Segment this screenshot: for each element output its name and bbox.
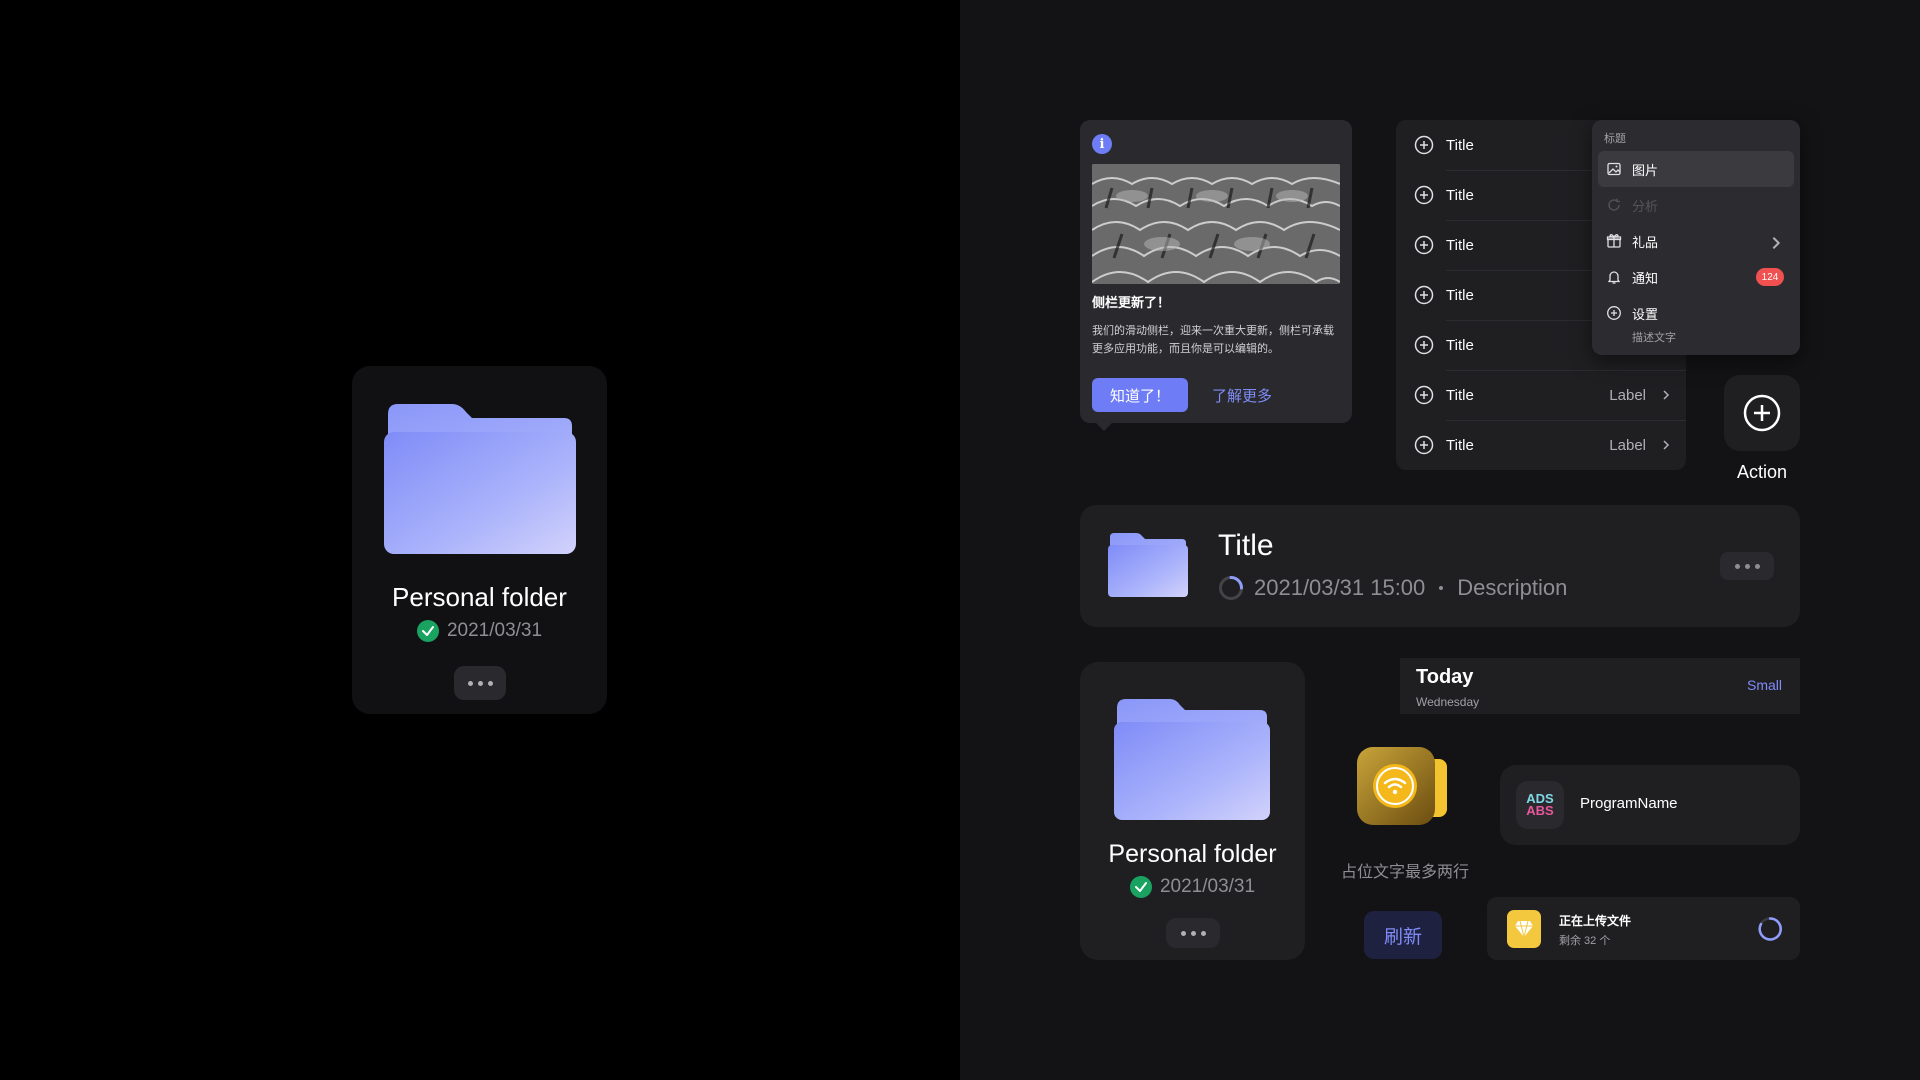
plus-circle-icon [1414,135,1434,155]
gift-icon [1606,234,1622,248]
list-item-title: Title [1446,236,1474,254]
dot-icon [1734,563,1740,569]
folder-name: Personal folder [1108,840,1277,868]
dot-icon [1190,930,1196,936]
upload-remaining: 剩余 32 个 [1559,935,1611,947]
check-circle-icon [416,620,439,642]
menu-item-description: 描述文字 [1632,332,1676,344]
file-title: Title [1218,529,1274,562]
file-datetime: 2021/03/31 15:00 [1254,575,1426,600]
dot-icon [1200,930,1206,936]
list-item-label: Label [1609,386,1646,404]
dot-icon [467,680,473,686]
plus-circle-icon [1414,285,1434,305]
folder-icon [1108,533,1188,597]
folder-name: Personal folder [392,582,567,612]
list-item-title: Title [1446,336,1474,354]
menu-item-settings[interactable]: 设置 [1598,295,1794,331]
refresh-icon [1608,198,1620,211]
list-item-title: Title [1446,436,1474,454]
check-circle-icon [1129,876,1152,898]
action-button[interactable] [1724,375,1800,451]
plus-circle-icon [1414,435,1434,455]
menu-item-gift[interactable]: 礼品 [1598,223,1794,259]
popover-body: 我们的滑动侧栏，迎来一次重大更新，侧栏可承载更多应用功能，而且你是可以编辑的。 [1092,325,1334,355]
program-name: ProgramName [1580,795,1678,812]
list-item-title: Title [1446,286,1474,304]
menu-item-analysis[interactable]: 分析 [1598,187,1794,223]
folder-date: 2021/03/31 [1080,876,1305,898]
plus-circle-icon [1414,235,1434,255]
menu-item-notifications[interactable]: 通知 124 [1598,259,1794,295]
info-icon: i [1092,134,1112,154]
sketch-file-icon [1507,910,1541,948]
list-item-label: Label [1609,436,1646,454]
upload-title: 正在上传文件 [1559,914,1632,928]
size-link[interactable]: Small [1747,677,1782,693]
loading-spinner-icon [1758,917,1782,941]
context-menu: 标题 图片 分析 礼品 通知 124 设置 描述文字 [1592,120,1800,355]
more-options-button[interactable] [1720,552,1774,580]
image-icon [1607,162,1621,176]
list-item-title: Title [1446,136,1474,154]
menu-item-image[interactable]: 图片 [1598,151,1794,187]
chevron-right-icon [1772,236,1781,250]
file-row[interactable]: Title 2021/03/31 15:00 Description [1080,505,1800,627]
popover-tail [1094,421,1114,431]
chevron-right-icon [1663,440,1670,450]
list-item[interactable]: Title Label [1396,370,1686,420]
dot-icon [1744,563,1750,569]
plus-circle-icon [1414,335,1434,355]
chevron-right-icon [1663,390,1670,400]
sidebar-update-popover: i 侧栏更新了！ 我们的滑动侧栏，迎来一次重大更新，侧栏可承载更多应用功能，而且… [1080,120,1352,423]
dot-icon [1180,930,1186,936]
bell-icon [1607,271,1621,284]
wifi-app-icon[interactable] [1355,747,1451,827]
chairs-photo [1092,164,1340,284]
program-card[interactable]: ADS ABS ProgramName [1500,765,1800,845]
list-item[interactable]: Title Label [1396,420,1686,470]
today-weekday: Wednesday [1416,695,1480,709]
popover-title: 侧栏更新了！ [1092,295,1171,310]
today-header: Today Wednesday Small [1400,658,1800,714]
learn-more-link[interactable]: 了解更多 [1212,378,1272,412]
program-app-icon: ADS ABS [1516,781,1564,829]
plus-circle-icon [1414,185,1434,205]
app-caption: 占位文字最多两行 [1340,864,1469,881]
today-title: Today [1416,666,1474,688]
loading-spinner-icon [1219,576,1243,600]
dot-icon [487,680,493,686]
action-label: Action [1736,462,1788,482]
folder-icon [1114,699,1270,820]
more-options-button[interactable] [1166,918,1220,948]
dot-icon [477,680,483,686]
dot-icon [1754,563,1760,569]
plus-circle-icon [1607,306,1621,320]
plus-circle-icon [1743,394,1781,432]
got-it-button[interactable]: 知道了！ [1092,378,1188,412]
list-item-title: Title [1446,386,1474,404]
list-item-title: Title [1446,186,1474,204]
plus-circle-icon [1414,385,1434,405]
file-meta: 2021/03/31 15:00 Description [1218,575,1567,601]
upload-progress-card[interactable]: 正在上传文件 剩余 32 个 [1487,897,1800,960]
separator-dot [1439,586,1444,590]
personal-folder-card[interactable]: Personal folder 2021/03/31 [352,366,607,714]
folder-date: 2021/03/31 [352,620,607,642]
folder-icon [384,404,576,554]
more-options-button[interactable] [454,666,506,700]
file-description: Description [1457,575,1568,600]
menu-header: 标题 [1604,133,1626,145]
refresh-button[interactable]: 刷新 [1364,911,1442,959]
personal-folder-card[interactable]: Personal folder 2021/03/31 [1080,662,1305,960]
notification-badge: 124 [1756,268,1784,286]
